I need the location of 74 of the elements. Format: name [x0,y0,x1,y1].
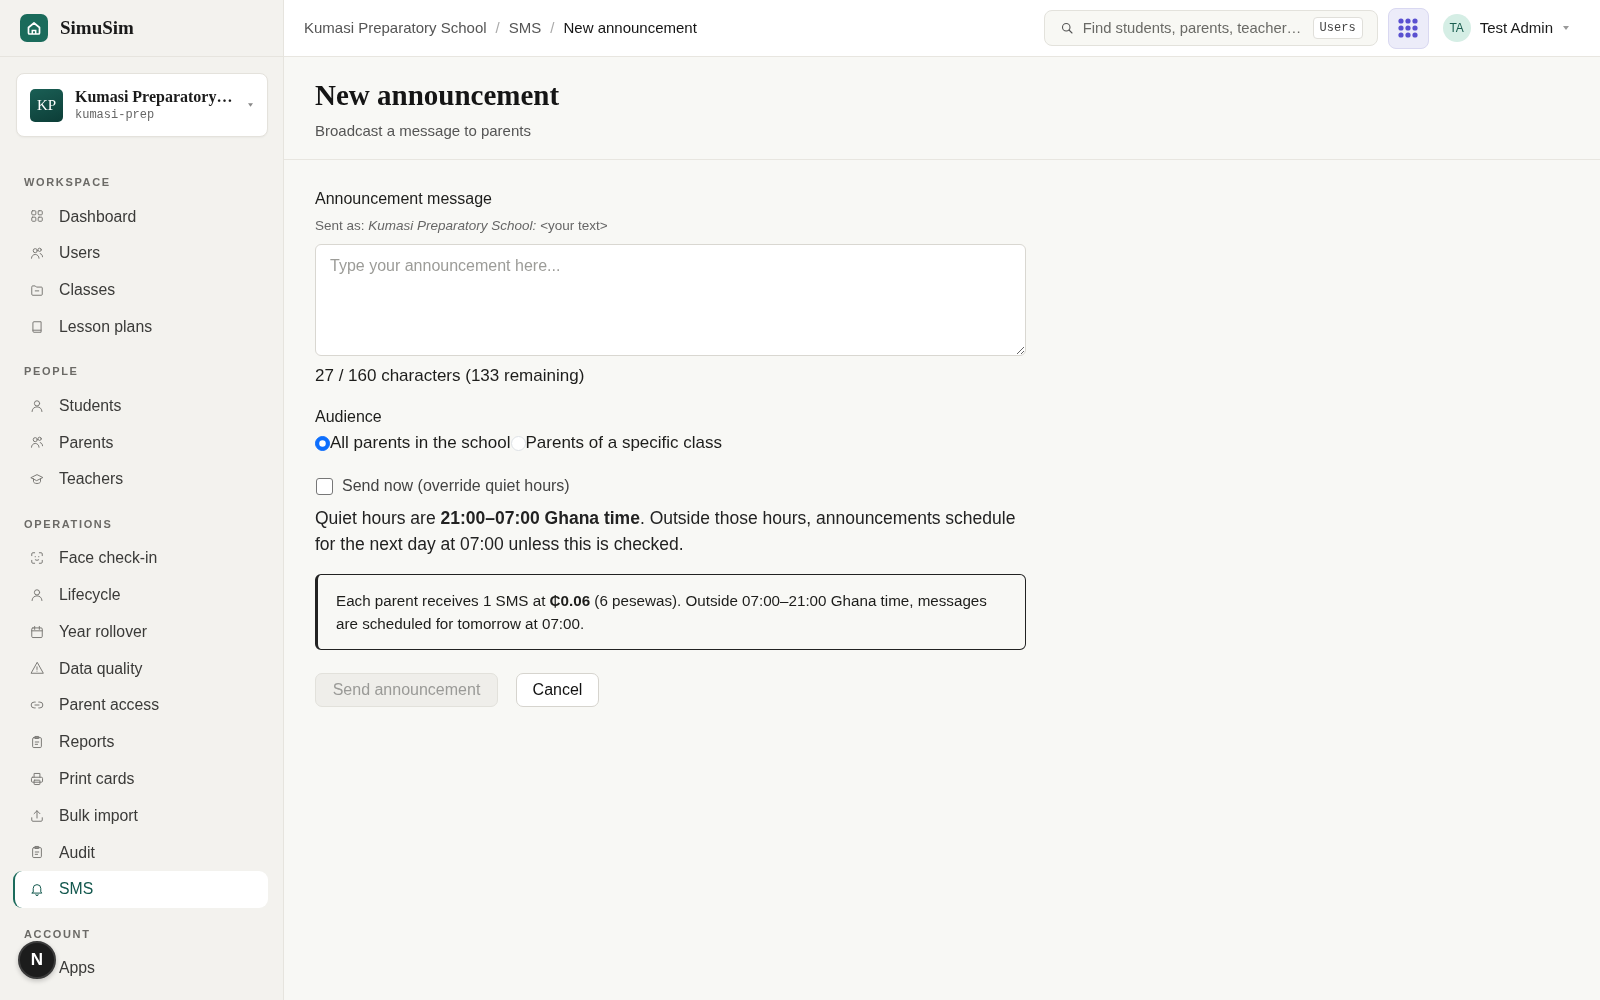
brand-name: SimuSim [60,15,134,40]
sidebar-item[interactable]: Year rollover [13,613,268,650]
search-bar[interactable]: Find students, parents, teacher… Users [1043,10,1378,46]
clipboard-icon [30,734,44,749]
people-icon [30,246,44,261]
section-label: PEOPLE [24,364,79,380]
sidebar-item[interactable]: Face check-in [13,539,268,577]
folder-icon [30,283,44,297]
grid-icon [30,209,44,224]
sidebar-item[interactable]: Reports [13,723,268,761]
breadcrumb-link[interactable]: SMS [508,16,542,40]
calendar-icon [30,624,44,639]
bell-icon [30,882,44,897]
cost-notice: Each parent receives 1 SMS at ₵0.06 (6 pesewas). Outside 07:00–21:00 Ghana time, messages are scheduled for tomorrow at 07:00. [315,574,1026,650]
clipboard-icon [30,845,44,860]
cancel-button[interactable]: Cancel [516,673,599,707]
apps-launcher-button[interactable] [1387,7,1429,49]
breadcrumb-current: New announcement [563,17,697,38]
sidebar-item[interactable]: Lifecycle [13,576,268,614]
sidebar-item[interactable]: Print cards [13,760,268,798]
sidebar-item[interactable]: Apps [59,949,268,987]
search-field[interactable]: Find students, parents, teacher… [1082,16,1303,40]
graduation-cap-icon [30,472,44,487]
sidebar-item[interactable]: Lesson plans [13,308,268,346]
school-avatar: KP [30,88,63,122]
section-label: WORKSPACE [24,175,111,190]
book-icon [30,319,44,334]
sidebar-item[interactable]: Bulk import [13,797,268,834]
sidebar-item[interactable]: Parent access [13,686,268,724]
page-title: New announcement [315,78,561,113]
upload-icon [30,808,44,823]
dots-grid-icon [1398,18,1419,38]
radio-label[interactable]: Parents of a specific class [525,431,723,455]
user-menu-button[interactable]: Test Admin [1479,16,1569,40]
breadcrumb-separator: / [495,17,500,38]
person-icon [30,398,44,413]
sidebar-item[interactable]: Students [13,387,268,424]
person-icon [30,587,44,602]
section-label: ACCOUNT [24,926,91,942]
people-icon [30,435,44,450]
page-subtitle: Broadcast a message to parents [315,121,532,141]
sidebar-item[interactable]: Data quality [13,649,268,687]
house-logo-icon [20,14,48,42]
character-counter: 27 / 160 characters (133 remaining) [315,365,586,387]
school-name: Kumasi Preparatory… [75,87,234,106]
sidebar-item[interactable]: Parents [13,424,268,461]
sidebar-item[interactable]: SMS [13,870,268,908]
field-hint: Sent as: Kumasi Preparatory School: <your text> [315,217,609,235]
section-label: OPERATIONS [24,516,113,532]
caret-icon [248,103,253,107]
caret-icon [1563,26,1569,30]
face-scan-icon [30,550,44,565]
radio-label[interactable]: All parents in the school [330,431,511,455]
message-field[interactable]: Type your announcement here... [315,244,1026,356]
sidebar-item[interactable]: Dashboard [13,198,268,235]
warning-icon [30,661,44,676]
school-slug: kumasi-prep [75,107,156,123]
user-avatar: TA [1442,14,1471,42]
search-icon [1060,22,1073,34]
printer-icon [30,771,44,786]
sidebar-item[interactable]: Teachers [13,460,268,498]
scope-tag: Users [1312,17,1363,39]
field-label: Audience [315,407,383,427]
sidebar-item[interactable]: Classes [13,271,268,309]
send-now-checkbox[interactable] [316,477,333,495]
checkbox-label[interactable]: Send now (override quiet hours) [342,475,570,497]
quiet-hours-note: Quiet hours are 21:00–07:00 Ghana time. Outside those hours, announcements schedule for the next day at 07:00 unless this is checked. [315,507,1017,556]
breadcrumb-separator: / [550,17,555,38]
radio-button[interactable] [315,435,330,451]
field-label: Announcement message [315,189,493,209]
school-switcher[interactable]: KP Kumasi Preparatory… kumasi-prep [16,73,268,137]
sidebar-item[interactable]: Users [13,234,268,272]
sidebar-item[interactable]: Audit [13,833,268,871]
breadcrumb-link[interactable]: Kumasi Preparatory School [304,16,487,40]
